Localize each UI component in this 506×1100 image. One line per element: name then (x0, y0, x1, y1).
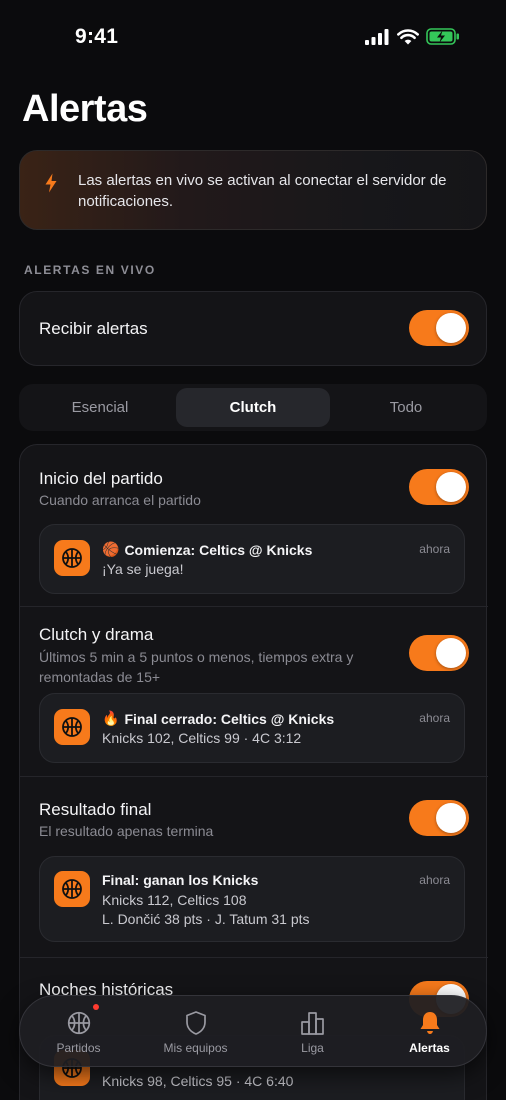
notification-title-text: Final cerrado: Celtics @ Knicks (124, 710, 335, 727)
section-label-live-alerts: ALERTAS EN VIVO (24, 263, 156, 277)
basketball-icon (54, 709, 90, 745)
alert-level-segmented-control: Esencial Clutch Todo (19, 384, 487, 431)
basketball-icon (54, 871, 90, 907)
bar-chart-icon (300, 1010, 326, 1041)
row-subtitle-game-start: Cuando arranca el partido (39, 492, 201, 508)
divider (20, 957, 488, 958)
notification-title-text: Comienza: Celtics @ Knicks (124, 541, 313, 558)
game-start-toggle[interactable] (409, 469, 469, 505)
receive-alerts-label: Recibir alertas (39, 319, 148, 338)
notification-body-line-1: Knicks 112, Celtics 108 (102, 892, 247, 908)
wifi-icon (397, 28, 419, 44)
tab-partidos[interactable]: Partidos (20, 996, 137, 1068)
notification-time: ahora (419, 711, 450, 725)
toggle-knob (436, 638, 466, 668)
segment-esencial[interactable]: Esencial (23, 388, 177, 427)
toggle-knob (436, 472, 466, 502)
basketball-icon (54, 540, 90, 576)
final-result-toggle[interactable] (409, 800, 469, 836)
receive-alerts-toggle[interactable] (409, 310, 469, 346)
notification-body: ¡Ya se juega! (102, 561, 184, 577)
basketball-emoji-icon: 🏀 (102, 541, 120, 557)
cellular-signal-icon (365, 28, 389, 45)
notification-badge (93, 1004, 99, 1010)
notification-body: Knicks 102, Celtics 99 · 4C 3:12 (102, 730, 302, 746)
shield-icon (184, 1010, 208, 1041)
tab-label: Mis equipos (163, 1041, 228, 1055)
divider (20, 606, 488, 607)
row-subtitle-final-result: El resultado apenas termina (39, 823, 214, 839)
clutch-toggle[interactable] (409, 635, 469, 671)
row-title-final-result: Resultado final (39, 800, 152, 819)
segment-clutch[interactable]: Clutch (176, 388, 330, 427)
tab-label: Liga (301, 1041, 324, 1055)
notification-title: 🏀 Comienza: Celtics @ Knicks (102, 541, 312, 558)
tab-liga[interactable]: Liga (254, 996, 371, 1068)
notification-title: 🔥 Final cerrado: Celtics @ Knicks (102, 710, 334, 727)
tab-bar: Partidos Mis equipos Liga Alertas (19, 995, 487, 1067)
notification-preview: 🏀 Comienza: Celtics @ Knicks ahora ¡Ya s… (39, 524, 465, 594)
row-subtitle-clutch: Últimos 5 min a 5 puntos o menos, tiempo… (39, 649, 354, 685)
bell-icon (418, 1010, 442, 1041)
toggle-knob (436, 803, 466, 833)
segment-todo[interactable]: Todo (329, 388, 483, 427)
status-time: 9:41 (75, 25, 119, 48)
bolt-icon (44, 173, 58, 198)
notification-preview: Final: ganan los Knicks ahora Knicks 112… (39, 856, 465, 942)
tab-mis-equipos[interactable]: Mis equipos (137, 996, 254, 1068)
divider (20, 776, 488, 777)
notification-body-line-2: L. Dončić 38 pts · J. Tatum 31 pts (102, 911, 310, 927)
receive-alerts-card: Recibir alertas (19, 291, 487, 366)
notification-body: Knicks 98, Celtics 95 · 4C 6:40 (102, 1073, 294, 1089)
notification-time: ahora (419, 542, 450, 556)
notification-title: Final: ganan los Knicks (102, 872, 258, 888)
fire-emoji-icon: 🔥 (102, 710, 120, 726)
status-bar: 9:41 (0, 0, 506, 76)
info-banner: Las alertas en vivo se activan al conect… (19, 150, 487, 230)
tab-label: Partidos (56, 1041, 101, 1055)
row-title-clutch: Clutch y drama (39, 625, 154, 644)
notification-time: ahora (419, 873, 450, 887)
row-title-game-start: Inicio del partido (39, 469, 163, 488)
notification-preview: 🔥 Final cerrado: Celtics @ Knicks ahora … (39, 693, 465, 763)
page-title: Alertas (22, 88, 148, 130)
toggle-knob (436, 313, 466, 343)
banner-text: Las alertas en vivo se activan al conect… (78, 172, 447, 210)
status-icons (365, 28, 460, 45)
battery-charging-icon (426, 28, 459, 45)
tab-alertas[interactable]: Alertas (371, 996, 488, 1068)
notification-title-text: Final: ganan los Knicks (102, 872, 259, 888)
tab-label: Alertas (409, 1041, 450, 1055)
basketball-icon (66, 1010, 92, 1041)
